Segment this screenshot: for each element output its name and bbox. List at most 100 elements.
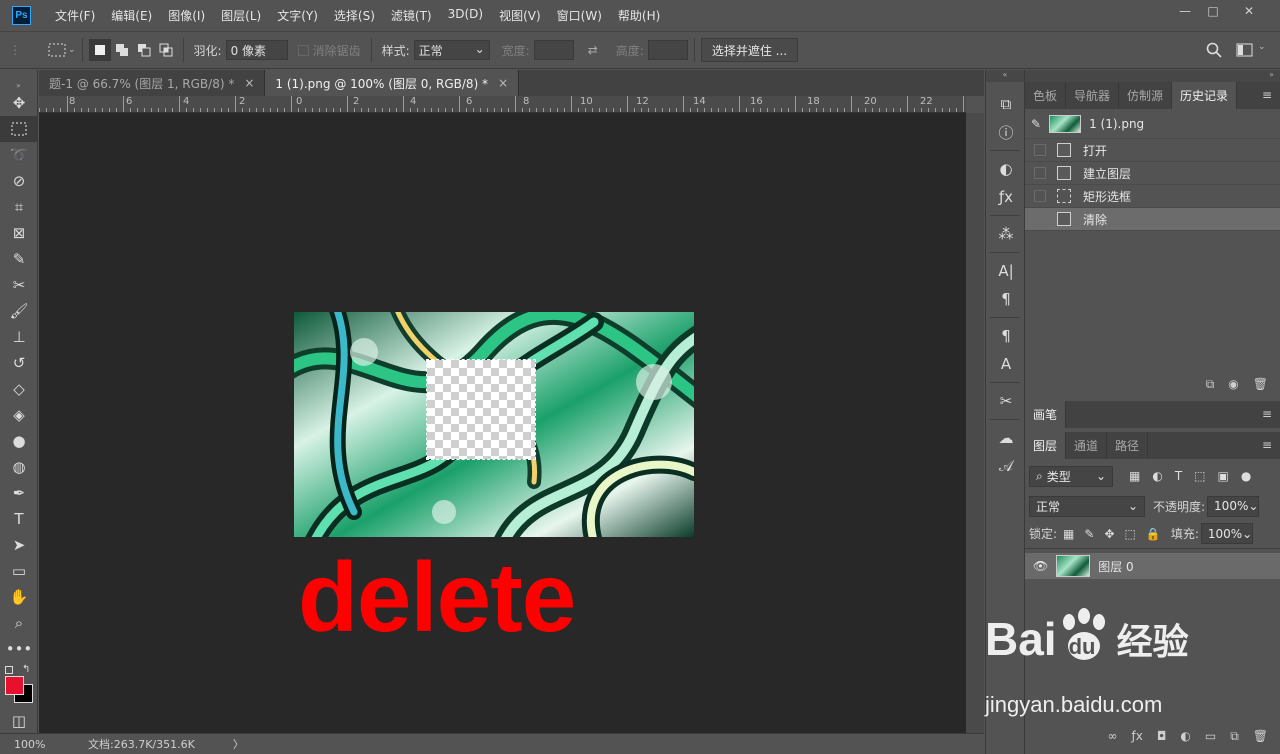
new-group-icon[interactable]: ▭	[1205, 729, 1216, 743]
eraser-icon[interactable]: ◇	[0, 376, 38, 402]
menu-edit[interactable]: 编辑(E)	[103, 7, 160, 24]
default-colors-icon[interactable]	[5, 666, 13, 674]
minimize-button[interactable]: —	[1170, 0, 1200, 22]
character-styles-icon[interactable]: A	[986, 350, 1026, 378]
feather-input[interactable]: 0 像素	[225, 40, 288, 60]
panel-menu-icon[interactable]: ≡	[1262, 438, 1272, 452]
lock-position-icon[interactable]: ✥	[1104, 527, 1114, 541]
new-selection-icon[interactable]	[88, 39, 111, 61]
layer-name[interactable]: 图层 0	[1098, 558, 1133, 575]
lasso-tool-icon[interactable]: ➰	[0, 142, 38, 168]
adjustment-layer-icon[interactable]: ◐	[1180, 729, 1190, 743]
3d-panel-icon[interactable]: ⧉	[986, 90, 1026, 118]
close-icon[interactable]: ×	[498, 76, 508, 90]
new-document-icon[interactable]: ⧉	[1206, 377, 1215, 392]
menu-view[interactable]: 视图(V)	[491, 7, 549, 24]
history-item[interactable]: 矩形选框	[1025, 185, 1280, 208]
menu-file[interactable]: 文件(F)	[47, 7, 103, 24]
camera-icon[interactable]: ◉	[1228, 377, 1238, 391]
zoom-level[interactable]: 100%	[14, 738, 54, 751]
layer-row[interactable]: 👁 图层 0	[1025, 553, 1280, 579]
history-brush-source-icon[interactable]: ✎	[1031, 117, 1041, 131]
rectangle-shape-icon[interactable]: ▭	[0, 558, 38, 584]
tab-layers[interactable]: 图层	[1025, 432, 1067, 459]
layer-filter-select[interactable]: ⌕ 类型 ⌄	[1029, 465, 1113, 487]
menu-image[interactable]: 图像(I)	[160, 7, 213, 24]
height-input[interactable]	[647, 40, 688, 60]
trash-icon[interactable]: 🗑	[1253, 377, 1268, 391]
tab-document-2[interactable]: 1 (1).png @ 100% (图层 0, RGB/8) * ×	[265, 70, 520, 96]
search-icon[interactable]	[1206, 42, 1222, 61]
chevron-down-icon[interactable]: ⌄	[68, 45, 76, 55]
crop-tool-icon[interactable]: ⌗	[0, 194, 38, 220]
close-icon[interactable]: ×	[244, 76, 254, 90]
eye-icon[interactable]: 👁	[1033, 559, 1048, 573]
filter-toggle-icon[interactable]: ●	[1241, 469, 1251, 483]
lock-all-icon[interactable]: 🔒	[1146, 527, 1161, 541]
tab-channels[interactable]: 通道	[1066, 432, 1108, 459]
width-input[interactable]	[533, 40, 574, 60]
history-snapshot[interactable]: ✎ 1 (1).png	[1025, 109, 1280, 139]
lock-pixels-icon[interactable]: ✎	[1084, 527, 1094, 541]
tab-paths[interactable]: 路径	[1107, 432, 1149, 459]
opacity-input[interactable]: 100% ⌄	[1207, 495, 1260, 517]
smart-object-filter-icon[interactable]: ▣	[1218, 469, 1229, 483]
collapse-icon[interactable]: »	[0, 70, 37, 90]
quick-mask-icon[interactable]: ◫	[0, 708, 38, 734]
tab-document-1[interactable]: 题-1 @ 66.7% (图层 1, RGB/8) * ×	[39, 70, 266, 96]
dock-collapse-icon[interactable]: «	[986, 70, 1024, 82]
maximize-button[interactable]: □	[1198, 0, 1228, 22]
move-tool-icon[interactable]: ✥	[0, 90, 38, 116]
new-layer-icon[interactable]: ⧉	[1230, 729, 1239, 744]
panel-menu-icon[interactable]: ≡	[1262, 407, 1272, 421]
add-mask-icon[interactable]: ◘	[1157, 729, 1167, 743]
sponge-icon[interactable]: ◍	[0, 454, 38, 480]
workspace-icon[interactable]	[1236, 42, 1254, 61]
fill-input[interactable]: 100% ⌄	[1200, 523, 1253, 544]
marquee-preset-icon[interactable]	[46, 39, 68, 61]
intersect-selection-icon[interactable]	[155, 39, 177, 61]
menu-layer[interactable]: 图层(L)	[213, 7, 269, 24]
swap-icon[interactable]: ⇄	[588, 43, 598, 57]
type-tool-icon[interactable]: T	[0, 506, 38, 532]
menu-select[interactable]: 选择(S)	[326, 7, 383, 24]
panels-collapse-icon[interactable]: »	[1025, 70, 1280, 82]
character-icon[interactable]: A|	[986, 257, 1026, 285]
antialias-checkbox[interactable]	[297, 44, 309, 56]
paint-bucket-icon[interactable]: ◈	[0, 402, 38, 428]
zoom-tool-icon[interactable]: ⌕	[0, 610, 38, 636]
menu-help[interactable]: 帮助(H)	[610, 7, 668, 24]
quick-selection-icon[interactable]: ⊘	[0, 168, 38, 194]
tab-brush[interactable]: 画笔	[1025, 401, 1067, 428]
paragraph-icon[interactable]: ¶	[986, 285, 1026, 313]
libraries-icon[interactable]: ☁	[986, 424, 1026, 452]
adjustments-icon[interactable]: ◐	[986, 155, 1026, 183]
tab-history[interactable]: 历史记录	[1172, 82, 1238, 109]
hand-tool-icon[interactable]: ✋	[0, 584, 38, 610]
menu-window[interactable]: 窗口(W)	[549, 7, 610, 24]
artboard-lock-icon[interactable]: ⬚	[1125, 527, 1136, 541]
brush-settings-icon[interactable]: ⁂	[986, 220, 1026, 248]
frame-tool-icon[interactable]: ⊠	[0, 220, 38, 246]
history-brush-icon[interactable]: ↺	[0, 350, 38, 376]
paragraph-styles-icon[interactable]: ¶	[986, 322, 1026, 350]
healing-brush-icon[interactable]: ✂	[0, 272, 38, 298]
link-layers-icon[interactable]: ∞	[1108, 729, 1118, 743]
lock-transparency-icon[interactable]: ▦	[1063, 527, 1074, 541]
pixel-filter-icon[interactable]: ▦	[1129, 469, 1140, 483]
marquee-tool-icon[interactable]	[0, 116, 38, 142]
type-filter-icon[interactable]: T	[1175, 469, 1182, 483]
close-button[interactable]: ✕	[1234, 0, 1264, 22]
tool-presets-icon[interactable]: ✂	[986, 387, 1026, 415]
menu-3d[interactable]: 3D(D)	[440, 7, 491, 24]
history-item[interactable]: 打开	[1025, 139, 1280, 162]
more-tools-icon[interactable]: •••	[0, 636, 38, 662]
clone-stamp-icon[interactable]: ⊥	[0, 324, 38, 350]
styles-fx-icon[interactable]: ƒx	[986, 183, 1026, 211]
pen-tool-icon[interactable]: ✒	[0, 480, 38, 506]
history-item-selected[interactable]: 清除	[1025, 208, 1280, 231]
foreground-color-swatch[interactable]	[5, 676, 24, 695]
menu-filter[interactable]: 滤镜(T)	[383, 7, 440, 24]
panel-menu-icon[interactable]: ≡	[1262, 88, 1272, 102]
transparent-selection[interactable]	[426, 359, 536, 460]
